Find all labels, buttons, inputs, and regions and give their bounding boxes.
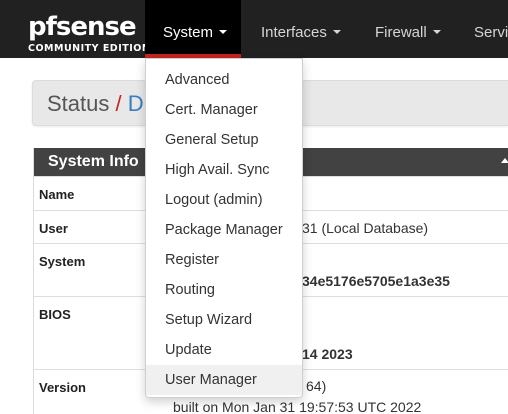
menu-item-high-avail-sync[interactable]: High Avail. Sync — [146, 155, 302, 185]
logo-edition: COMMUNITY EDITION — [28, 43, 151, 54]
menu-item-register[interactable]: Register — [146, 245, 302, 275]
menu-item-user-manager[interactable]: User Manager — [146, 365, 302, 395]
breadcrumb-status: Status — [47, 91, 110, 116]
pfsense-logo[interactable]: pfsense COMMUNITY EDITION — [28, 12, 150, 58]
info-value-user: 31 (Local Database) — [302, 220, 429, 236]
top-navbar: pfsense COMMUNITY EDITION System Interfa… — [0, 0, 508, 58]
panel-title: System Info — [48, 153, 139, 170]
info-value-version: 64) — [306, 378, 327, 394]
nav-interfaces[interactable]: Interfaces — [261, 0, 341, 58]
menu-item-logout[interactable]: Logout (admin) — [146, 185, 302, 215]
nav-services[interactable]: Servic — [474, 0, 508, 58]
logo-wordmark: pfsense — [28, 12, 137, 42]
menu-item-routing[interactable]: Routing — [146, 275, 302, 305]
info-label-user: User — [39, 221, 68, 236]
menu-item-advanced[interactable]: Advanced — [146, 65, 302, 95]
nav-firewall[interactable]: Firewall — [375, 0, 441, 58]
menu-item-general-setup[interactable]: General Setup — [146, 125, 302, 155]
info-label-version: Version — [39, 380, 86, 395]
nav-firewall-label: Firewall — [375, 24, 427, 41]
page-title: Status / D — [47, 91, 144, 117]
menu-item-setup-wizard[interactable]: Setup Wizard — [146, 305, 302, 335]
info-label-name: Name — [39, 187, 75, 202]
menu-item-package-manager[interactable]: Package Manager — [146, 215, 302, 245]
info-label-system: System — [39, 254, 86, 269]
chevron-down-icon — [332, 30, 341, 35]
collapse-caret-icon[interactable] — [501, 158, 508, 163]
info-value-system: 34e5176e5705e1a3e35 — [302, 273, 450, 289]
system-dropdown-menu: Advanced Cert. Manager General Setup Hig… — [145, 58, 303, 398]
chevron-down-icon — [219, 30, 228, 35]
info-label-bios: BIOS — [39, 307, 71, 322]
menu-item-update[interactable]: Update — [146, 335, 302, 365]
breadcrumb-separator: / — [115, 91, 122, 116]
nav-interfaces-label: Interfaces — [261, 24, 327, 41]
nav-system[interactable]: System — [145, 0, 241, 58]
breadcrumb-current-link[interactable]: D — [128, 91, 144, 116]
info-value-bios: 14 2023 — [302, 346, 353, 362]
nav-system-label: System — [163, 24, 214, 41]
nav-services-label: Servic — [474, 24, 508, 41]
chevron-down-icon — [432, 30, 441, 35]
info-value-built: built on Mon Jan 31 19:57:53 UTC 2022 — [173, 399, 422, 414]
menu-item-cert-manager[interactable]: Cert. Manager — [146, 95, 302, 125]
